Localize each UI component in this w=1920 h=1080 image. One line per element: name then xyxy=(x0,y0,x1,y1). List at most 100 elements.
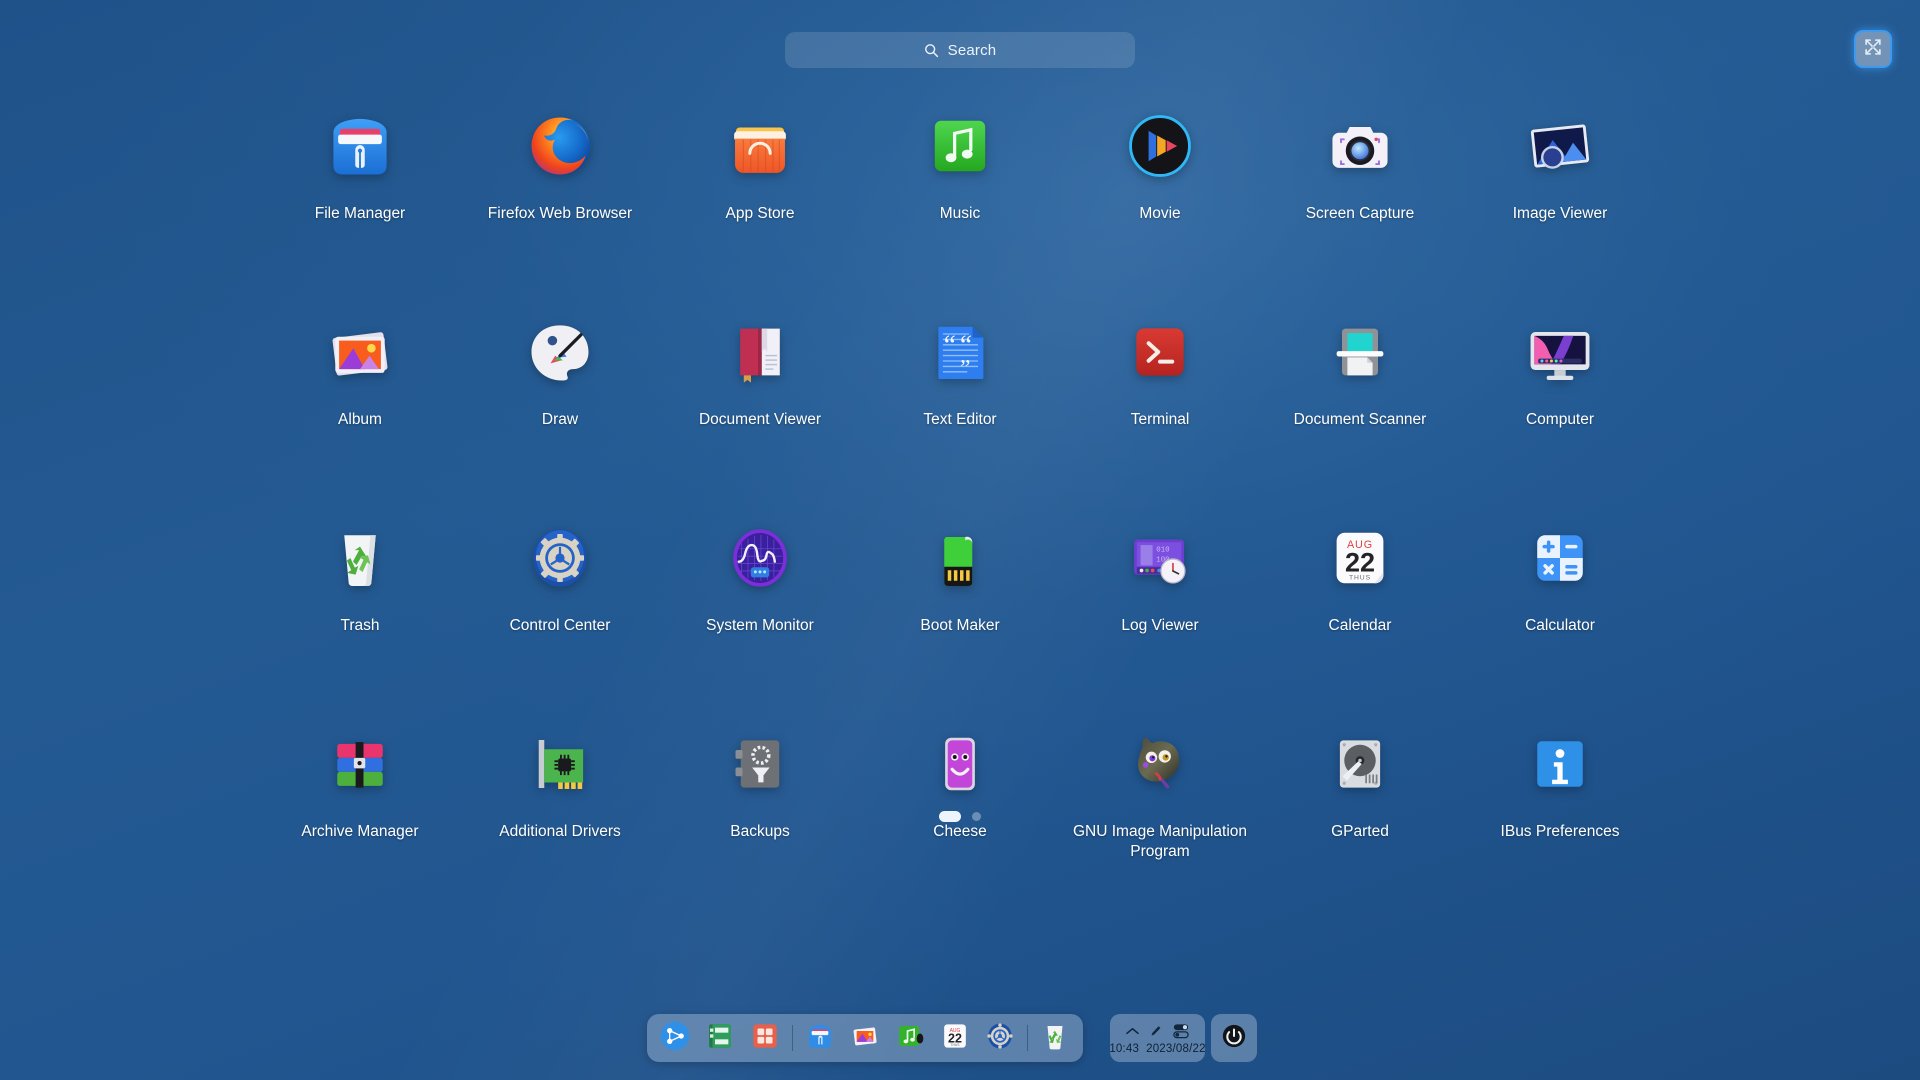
app-item-system-monitor[interactable]: System Monitor xyxy=(660,508,860,676)
brightness-pen-icon[interactable] xyxy=(1149,1024,1163,1038)
app-item-gimp[interactable]: GNU Image Manipulation Program xyxy=(1060,714,1260,882)
app-label: Log Viewer xyxy=(1121,617,1199,634)
app-item-calculator[interactable]: Calculator xyxy=(1460,508,1660,676)
page-indicator xyxy=(0,811,1920,822)
dock-item-calendar[interactable]: AUG 22 THUS xyxy=(937,1020,973,1056)
app-item-document-viewer[interactable]: Document Viewer xyxy=(660,302,860,470)
app-item-additional-drivers[interactable]: Additional Drivers xyxy=(460,714,660,882)
app-item-app-store[interactable]: App Store xyxy=(660,96,860,264)
app-label: Document Viewer xyxy=(698,411,822,428)
app-item-computer[interactable]: Computer xyxy=(1460,302,1660,470)
app-item-music[interactable]: Music xyxy=(860,96,1060,264)
power-button[interactable] xyxy=(1211,1014,1257,1062)
file-manager-icon xyxy=(316,102,404,190)
app-label: Calculator xyxy=(1525,617,1595,634)
control-center-icon xyxy=(516,514,604,602)
album-icon xyxy=(850,1021,880,1056)
app-label: Additional Drivers xyxy=(499,823,621,840)
tray-status-panel: 10:43 2023/08/22 xyxy=(1109,1014,1205,1062)
app-label: System Monitor xyxy=(706,617,814,634)
file-manager-icon xyxy=(805,1021,835,1056)
toggle-switch-icon[interactable] xyxy=(1172,1023,1190,1039)
dock-item-dictionary[interactable] xyxy=(702,1020,738,1056)
dock-item-launcher[interactable] xyxy=(657,1020,693,1056)
app-label: File Manager xyxy=(314,205,406,222)
app-item-firefox-web-browser[interactable]: Firefox Web Browser xyxy=(460,96,660,264)
app-label: Cheese xyxy=(933,823,987,840)
app-label: Text Editor xyxy=(923,411,997,428)
app-label: App Store xyxy=(725,205,795,222)
app-item-boot-maker[interactable]: Boot Maker xyxy=(860,508,1060,676)
image-viewer-icon xyxy=(1516,102,1604,190)
app-item-terminal[interactable]: Terminal xyxy=(1060,302,1260,470)
app-item-log-viewer[interactable]: 010 100 Log Viewer xyxy=(1060,508,1260,676)
calendar-day-text: 22 xyxy=(1345,548,1375,578)
app-item-gparted[interactable]: GParted xyxy=(1260,714,1460,882)
control-center-icon xyxy=(985,1021,1015,1056)
tray-icon-row xyxy=(1125,1021,1190,1041)
power-icon xyxy=(1221,1023,1247,1054)
app-item-archive-manager[interactable]: Archive Manager xyxy=(260,714,460,882)
app-item-album[interactable]: Album xyxy=(260,302,460,470)
cheese-icon xyxy=(916,720,1004,808)
trash-icon xyxy=(1040,1021,1070,1056)
app-item-control-center[interactable]: Control Center xyxy=(460,508,660,676)
dock-item-applications[interactable] xyxy=(747,1020,783,1056)
app-item-draw[interactable]: Draw xyxy=(460,302,660,470)
app-item-text-editor[interactable]: “ “ ” Text Editor xyxy=(860,302,1060,470)
document-scanner-icon xyxy=(1316,308,1404,396)
app-label: Calendar xyxy=(1328,617,1392,634)
system-tray: 10:43 2023/08/22 xyxy=(1109,1014,1257,1062)
firefox-icon xyxy=(516,102,604,190)
app-item-movie[interactable]: Movie xyxy=(1060,96,1260,264)
app-item-calendar[interactable]: AUG 22 THUS Calendar xyxy=(1260,508,1460,676)
app-label: Image Viewer xyxy=(1512,205,1608,222)
app-label: Archive Manager xyxy=(301,823,419,840)
app-item-screen-capture[interactable]: Screen Capture xyxy=(1260,96,1460,264)
app-label: Backups xyxy=(730,823,790,840)
page-dot-1[interactable] xyxy=(939,811,961,822)
calendar-weekday-text: THUS xyxy=(1349,575,1371,582)
chevron-up-icon[interactable] xyxy=(1125,1026,1140,1037)
search-input[interactable]: Search xyxy=(785,32,1135,68)
dock-item-album[interactable] xyxy=(847,1020,883,1056)
app-label: Terminal xyxy=(1130,411,1190,428)
app-label: Draw xyxy=(541,411,579,428)
app-label: Trash xyxy=(340,617,380,634)
search-placeholder-text: Search xyxy=(947,41,997,59)
tray-date-text: 2023/08/22 xyxy=(1146,1043,1206,1055)
app-item-cheese[interactable]: Cheese xyxy=(860,714,1060,882)
dock-item-file-manager[interactable] xyxy=(802,1020,838,1056)
dock-item-control-center[interactable] xyxy=(982,1020,1018,1056)
terminal-icon xyxy=(1116,308,1204,396)
screen-capture-icon xyxy=(1316,102,1404,190)
app-label: GParted xyxy=(1331,823,1389,840)
dock-item-trash[interactable] xyxy=(1037,1020,1073,1056)
app-item-document-scanner[interactable]: Document Scanner xyxy=(1260,302,1460,470)
dictionary-icon xyxy=(705,1021,735,1056)
app-label: Document Scanner xyxy=(1293,411,1427,428)
gparted-icon xyxy=(1316,720,1404,808)
dock-separator xyxy=(1027,1025,1028,1051)
app-item-ibus-preferences[interactable]: IBus Preferences xyxy=(1460,714,1660,882)
calendar-icon: AUG 22 THUS xyxy=(940,1021,970,1056)
collapse-window-button[interactable] xyxy=(1854,30,1892,68)
music-icon xyxy=(916,102,1004,190)
tray-time-text: 10:43 xyxy=(1109,1043,1140,1055)
system-monitor-icon xyxy=(716,514,804,602)
music-icon xyxy=(895,1021,925,1056)
app-item-backups[interactable]: Backups xyxy=(660,714,860,882)
gimp-icon xyxy=(1116,720,1204,808)
boot-maker-icon xyxy=(916,514,1004,602)
application-grid: File Manager Firefox Web Browser App Sto… xyxy=(260,96,1660,882)
app-label: Computer xyxy=(1525,411,1595,428)
page-dot-2[interactable] xyxy=(972,812,981,821)
app-item-trash[interactable]: Trash xyxy=(260,508,460,676)
tray-clock[interactable]: 10:43 2023/08/22 xyxy=(1109,1043,1205,1055)
movie-icon xyxy=(1116,102,1204,190)
app-label: Movie xyxy=(1139,205,1181,222)
app-item-image-viewer[interactable]: Image Viewer xyxy=(1460,96,1660,264)
dock-item-music[interactable] xyxy=(892,1020,928,1056)
calculator-icon xyxy=(1516,514,1604,602)
app-item-file-manager[interactable]: File Manager xyxy=(260,96,460,264)
